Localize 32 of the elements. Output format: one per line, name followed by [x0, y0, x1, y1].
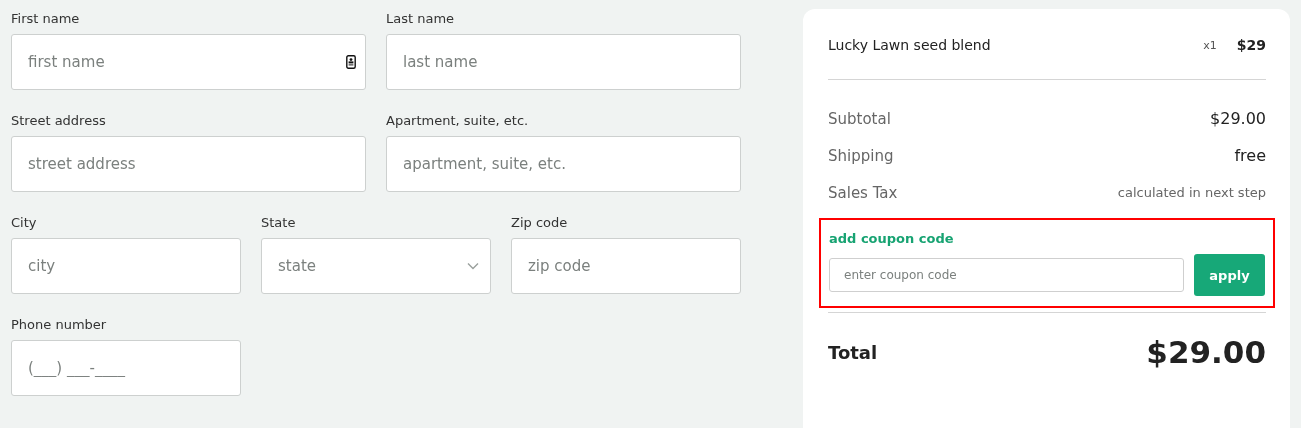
input-field[interactable]: zip code: [511, 238, 741, 294]
input-field[interactable]: last name: [386, 34, 741, 90]
field-label: Street address: [11, 113, 106, 129]
state-dropdown[interactable]: state: [261, 238, 491, 294]
total-label: Total: [828, 341, 878, 363]
field-label: Zip code: [511, 215, 568, 231]
input-field[interactable]: (___) ___-____: [11, 340, 241, 396]
field-label: City: [11, 215, 37, 231]
coupon-link[interactable]: add coupon code: [829, 231, 954, 246]
field-label: Apartment, suite, etc.: [386, 113, 529, 129]
field-label: First name: [11, 11, 80, 27]
summary-label: Sales Tax: [828, 183, 898, 202]
total-amount: $29.00: [1146, 334, 1266, 370]
input-field[interactable]: first name: [11, 34, 366, 90]
field-label: Phone number: [11, 317, 107, 333]
quantity: x1: [1203, 38, 1217, 52]
contact-card-icon[interactable]: [346, 55, 356, 69]
field-label: State: [261, 215, 296, 231]
apply-button[interactable]: apply: [1194, 254, 1265, 296]
product-name: Lucky Lawn seed blend: [828, 37, 992, 53]
summary-value: $29.00: [1210, 109, 1266, 128]
summary-value: calculated in next step: [1117, 185, 1266, 200]
input-field[interactable]: city: [11, 238, 241, 294]
summary-value: free: [1234, 146, 1266, 165]
coupon-field[interactable]: enter coupon code: [829, 258, 1184, 292]
summary-label: Subtotal: [828, 109, 891, 128]
input-field[interactable]: street address: [11, 136, 366, 192]
field-label: Last name: [386, 11, 455, 27]
chevron-down-icon: [467, 262, 479, 270]
product-price: $29: [1236, 37, 1266, 53]
summary-label: Shipping: [828, 146, 894, 165]
input-field[interactable]: apartment, suite, etc.: [386, 136, 741, 192]
